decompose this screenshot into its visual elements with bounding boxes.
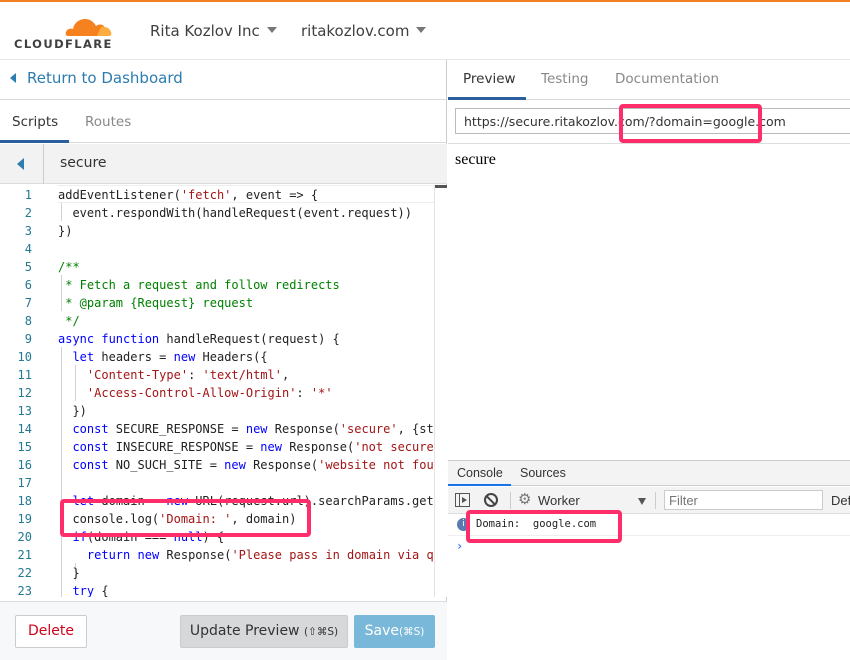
line-number: 6 [24,278,32,292]
editor-pane: Return to Dashboard Scripts Routes secur… [0,60,447,660]
update-preview-shortcut: (⇧⌘S) [303,626,339,638]
line-number: 21 [17,548,32,562]
back-to-scripts-button[interactable] [0,144,44,184]
zone-name: ritakozlov.com [301,22,410,40]
code-line[interactable]: }) [58,402,86,420]
line-number: 13 [17,404,32,418]
line-number: 12 [17,386,32,400]
logo-wordmark: CLOUDFLARE [14,37,113,51]
tab-scripts[interactable]: Scripts [12,114,58,130]
code-line[interactable]: */ [58,312,79,330]
log-levels-dropdown[interactable]: Default levels [831,493,850,508]
line-number: 16 [17,458,32,472]
active-tab-indicator [448,484,511,486]
line-number: 5 [24,260,32,274]
code-line[interactable]: const NO_SUCH_SITE = new Response('websi… [58,456,434,474]
account-name: Rita Kozlov Inc [150,22,260,40]
line-number: 3 [24,224,32,238]
account-selector[interactable]: Rita Kozlov Inc [150,22,277,40]
active-tab-indicator [448,97,526,100]
line-number: 11 [17,368,32,382]
update-preview-label: Update Preview [189,623,300,639]
line-number: 17 [17,476,32,490]
script-tabs: Scripts Routes [0,101,447,143]
code-line[interactable]: event.respondWith(handleRequest(event.re… [58,204,412,222]
console-filter-input[interactable] [664,490,823,510]
delete-button[interactable]: Delete [15,615,87,648]
return-to-dashboard-link[interactable]: Return to Dashboard [0,60,447,100]
line-number: 23 [17,584,32,597]
line-number: 2 [24,206,32,220]
script-name: secure [60,155,107,171]
caret-left-icon [10,73,16,83]
line-number: 14 [17,422,32,436]
code-line[interactable]: try { [58,582,108,597]
code-line[interactable]: * @param {Request} request [58,294,253,312]
code-line[interactable]: * Fetch a request and follow redirects [58,276,340,294]
line-number: 20 [17,530,32,544]
tab-console[interactable]: Console [457,466,503,480]
cloudflare-logo[interactable]: CLOUDFLARE [12,10,116,52]
save-label: Save [364,623,399,639]
url-param-highlight [619,104,762,143]
chevron-down-icon[interactable] [638,498,646,505]
code-line[interactable]: async function handleRequest(request) { [58,330,340,348]
clear-console-icon[interactable] [484,493,498,507]
toolbar-divider [510,492,511,509]
line-number: 8 [24,314,32,328]
code-line[interactable]: } [58,564,79,582]
chevron-down-icon [266,26,277,33]
line-number: 9 [24,332,32,346]
preview-output: secure [455,151,496,168]
code-line[interactable]: const INSECURE_RESPONSE = new Response('… [58,438,434,456]
preview-tabs: Preview Testing Documentation [448,60,850,100]
editor-scrollbar[interactable] [434,185,447,597]
console-prompt[interactable]: › [456,539,463,553]
code-line[interactable]: return new Response('Please pass in doma… [58,546,434,564]
caret-left-icon [17,158,24,170]
preview-pane: Preview Testing Documentation secure Con… [448,60,850,660]
active-tab-indicator [0,140,69,143]
line-number: 22 [17,566,32,580]
update-preview-button[interactable]: Update Preview (⇧⌘S) [180,615,348,648]
line-number: 10 [17,350,32,364]
console-output-highlight [466,510,622,543]
line-number: 15 [17,440,32,454]
tab-sources[interactable]: Sources [520,466,566,480]
devtools-panel: Console Sources ⚙ Worker Default levels … [448,460,850,660]
code-line[interactable]: 'Access-Control-Allow-Origin': '*' [58,384,333,402]
save-shortcut: (⌘S) [399,626,425,638]
code-line[interactable]: let headers = new Headers({ [58,348,267,366]
scrollbar-thumb[interactable] [435,185,447,188]
devtools-tabs: Console Sources [448,461,850,486]
gear-icon: ⚙ [518,491,532,508]
line-number: 1 [24,188,32,202]
top-header: CLOUDFLARE Rita Kozlov Inc ritakozlov.co… [0,0,850,60]
code-line[interactable]: /** [58,258,80,276]
console-log-highlight [60,499,311,537]
return-label: Return to Dashboard [27,69,183,87]
script-bar: secure [0,144,447,184]
tab-routes[interactable]: Routes [85,114,131,130]
code-line[interactable]: addEventListener('fetch', event => { [58,186,318,204]
chevron-down-icon [416,26,427,33]
line-number: 19 [17,512,32,526]
cloud-icon [65,19,112,36]
editor-footer: Delete Update Preview (⇧⌘S) Save(⌘S) [0,601,447,660]
zone-selector[interactable]: ritakozlov.com [301,22,427,40]
line-number: 4 [24,242,32,256]
code-line[interactable]: const SECURE_RESPONSE = new Response('se… [58,420,434,438]
code-line[interactable]: 'Content-Type': 'text/html', [58,366,289,384]
toolbar-divider [655,492,656,509]
code-line[interactable]: }) [58,222,72,240]
line-number: 7 [24,296,32,310]
show-sidebar-icon[interactable] [455,493,470,507]
line-number-gutter: 1 2 3 4 5 6 7 8 9 10 11 12 13 14 15 16 17 18 19 20 21 22 23 [0,185,58,597]
line-number: 18 [17,494,32,508]
context-selector[interactable]: Worker [538,493,580,508]
tab-documentation[interactable]: Documentation [615,71,719,87]
tab-preview[interactable]: Preview [463,71,516,87]
save-button[interactable]: Save(⌘S) [354,615,435,648]
tab-testing[interactable]: Testing [541,71,588,87]
